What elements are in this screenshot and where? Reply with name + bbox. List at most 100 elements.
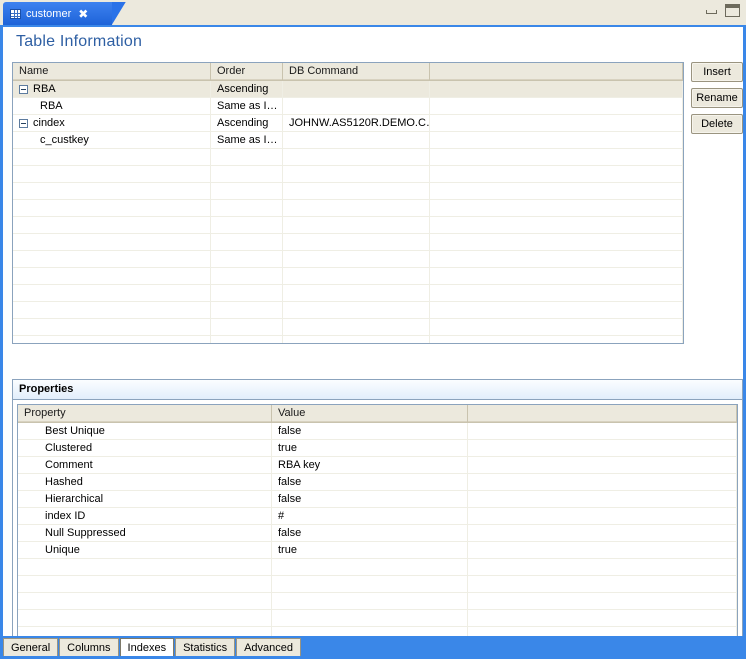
index-name-cell — [13, 200, 211, 216]
index-dbcommand-cell — [283, 268, 430, 284]
index-extra-cell — [430, 268, 683, 284]
table-row[interactable] — [13, 336, 683, 343]
table-row[interactable] — [13, 302, 683, 319]
table-row[interactable] — [13, 285, 683, 302]
property-col-header[interactable] — [468, 405, 737, 422]
property-extra-cell — [468, 610, 737, 626]
table-row[interactable]: Unique true — [18, 542, 737, 559]
table-row[interactable]: RBA Ascending — [13, 81, 683, 98]
index-table[interactable]: Name Order DB Command RBA Ascending RBA Same … — [12, 62, 684, 344]
property-value-cell — [272, 576, 468, 592]
index-name-label: RBA — [40, 100, 63, 112]
delete-button[interactable]: Delete — [691, 114, 743, 134]
index-dbcommand-cell — [283, 336, 430, 343]
table-row[interactable] — [18, 610, 737, 627]
index-extra-cell — [430, 302, 683, 318]
table-row[interactable] — [13, 200, 683, 217]
property-name-cell: Unique — [18, 542, 272, 558]
page-title: Table Information — [16, 33, 143, 50]
tab-general[interactable]: General — [3, 638, 59, 656]
index-order-cell — [211, 166, 283, 182]
properties-table-body: Best Unique false Clustered true Comment RBA … — [18, 423, 737, 643]
index-extra-cell — [430, 319, 683, 335]
properties-table[interactable]: Property Value Best Unique false Clustered t… — [17, 404, 738, 644]
property-name-cell: Comment — [18, 457, 272, 473]
index-extra-cell — [430, 132, 683, 148]
table-row[interactable] — [13, 166, 683, 183]
table-row[interactable] — [18, 593, 737, 610]
index-col-header[interactable]: Name — [13, 63, 211, 80]
property-value-cell: false — [272, 491, 468, 507]
table-row[interactable] — [13, 234, 683, 251]
index-col-header[interactable]: DB Command — [283, 63, 430, 80]
tab-statistics[interactable]: Statistics — [175, 638, 236, 656]
table-row[interactable] — [18, 559, 737, 576]
index-extra-cell — [430, 81, 683, 97]
index-dbcommand-cell — [283, 302, 430, 318]
index-extra-cell — [430, 251, 683, 267]
close-icon[interactable]: ✖ — [78, 8, 88, 20]
index-dbcommand-cell — [283, 149, 430, 165]
table-row[interactable]: Comment RBA key — [18, 457, 737, 474]
index-extra-cell — [430, 336, 683, 343]
property-value-cell: true — [272, 542, 468, 558]
index-action-buttons: Insert Rename Delete — [691, 62, 743, 140]
insert-button[interactable]: Insert — [691, 62, 743, 82]
property-value-cell: true — [272, 440, 468, 456]
tab-indexes[interactable]: Indexes — [119, 638, 175, 656]
table-row[interactable]: Null Suppressed false — [18, 525, 737, 542]
index-order-cell — [211, 302, 283, 318]
index-extra-cell — [430, 149, 683, 165]
property-name-cell: index ID — [18, 508, 272, 524]
property-name-cell — [18, 576, 272, 592]
property-name-cell: Best Unique — [18, 423, 272, 439]
table-row[interactable]: c_custkey Same as I… — [13, 132, 683, 149]
table-row[interactable] — [13, 217, 683, 234]
properties-table-header: Property Value — [18, 405, 737, 423]
index-extra-cell — [430, 98, 683, 114]
tab-advanced[interactable]: Advanced — [236, 638, 302, 656]
table-row[interactable]: Clustered true — [18, 440, 737, 457]
table-row[interactable]: Best Unique false — [18, 423, 737, 440]
table-row[interactable] — [13, 319, 683, 336]
property-extra-cell — [468, 457, 737, 473]
property-col-header[interactable]: Property — [18, 405, 272, 422]
table-row[interactable]: index ID # — [18, 508, 737, 525]
table-row[interactable]: RBA Same as I… — [13, 98, 683, 115]
property-col-header[interactable]: Value — [272, 405, 468, 422]
table-row[interactable] — [13, 251, 683, 268]
index-order-cell — [211, 285, 283, 301]
collapse-minus-icon[interactable] — [19, 84, 28, 94]
tab-columns[interactable]: Columns — [59, 638, 119, 656]
index-name-cell — [13, 336, 211, 343]
property-extra-cell — [468, 542, 737, 558]
minimize-icon[interactable] — [705, 5, 718, 16]
property-value-cell — [272, 559, 468, 575]
editor-page-tabs: General Columns Indexes Statistics Advanced — [3, 636, 746, 656]
index-name-cell — [13, 302, 211, 318]
table-row[interactable] — [13, 183, 683, 200]
property-extra-cell — [468, 525, 737, 541]
property-extra-cell — [468, 491, 737, 507]
table-row[interactable]: Hierarchical false — [18, 491, 737, 508]
table-row[interactable]: Hashed false — [18, 474, 737, 491]
table-row[interactable] — [13, 149, 683, 166]
editor-tab-customer[interactable]: customer ✖ — [3, 2, 115, 25]
maximize-icon[interactable] — [725, 4, 740, 17]
index-name-cell: c_custkey — [13, 132, 211, 148]
table-row[interactable] — [18, 576, 737, 593]
property-name-cell — [18, 593, 272, 609]
index-order-cell — [211, 268, 283, 284]
index-dbcommand-cell — [283, 81, 430, 97]
collapse-minus-icon[interactable] — [19, 118, 28, 128]
index-col-header[interactable] — [430, 63, 683, 80]
index-name-cell: RBA — [13, 98, 211, 114]
index-name-cell — [13, 183, 211, 199]
property-extra-cell — [468, 508, 737, 524]
index-order-cell — [211, 183, 283, 199]
table-row[interactable]: cindex Ascending JOHNW.AS5120R.DEMO.C… — [13, 115, 683, 132]
table-row[interactable] — [13, 268, 683, 285]
index-extra-cell — [430, 183, 683, 199]
index-col-header[interactable]: Order — [211, 63, 283, 80]
rename-button[interactable]: Rename — [691, 88, 743, 108]
